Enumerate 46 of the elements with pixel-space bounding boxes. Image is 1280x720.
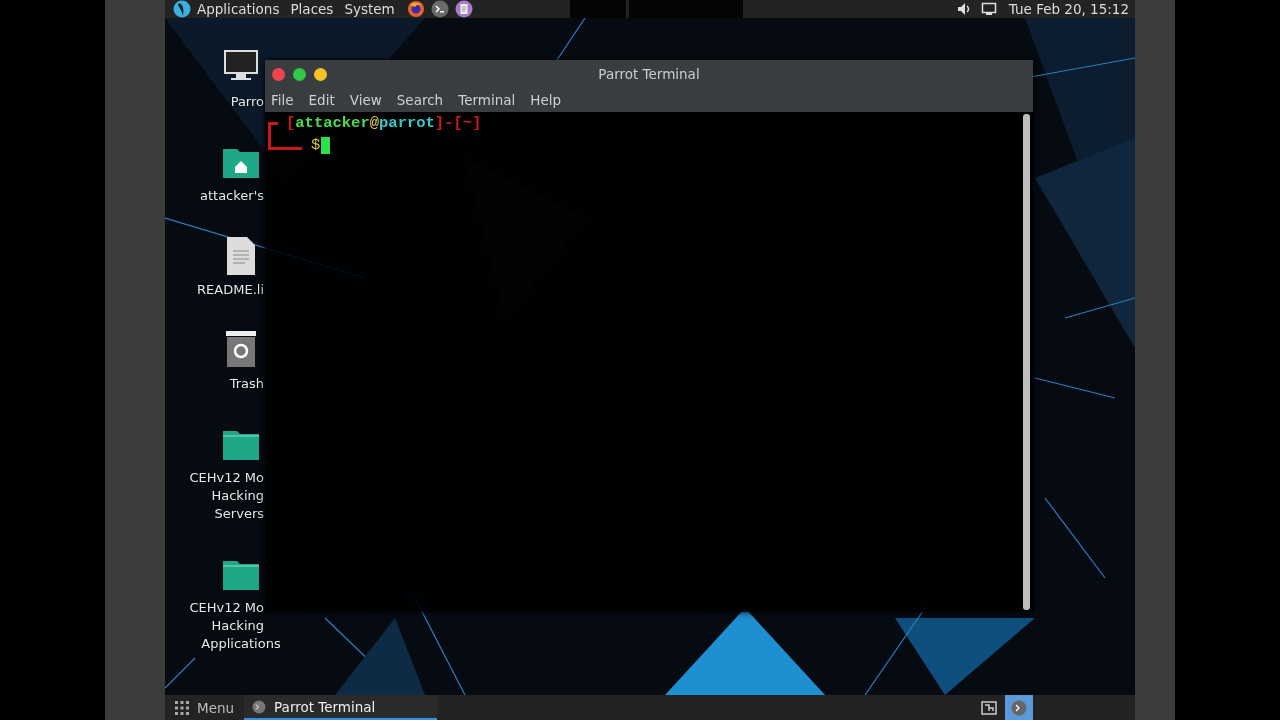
panel-menu[interactable]: System: [344, 1, 395, 17]
menu-item[interactable]: Edit: [308, 92, 335, 108]
window-title: Parrot Terminal: [597, 66, 701, 82]
clock[interactable]: Tue Feb 20, 15:12: [1008, 1, 1129, 17]
prompt-text: @: [369, 114, 380, 132]
prompt-text: ]-[: [434, 114, 463, 132]
panel-menu[interactable]: Places: [290, 1, 334, 17]
text-editor-icon[interactable]: [454, 0, 473, 18]
menu-item[interactable]: View: [349, 92, 382, 108]
menu-item[interactable]: Help: [530, 92, 562, 108]
icon-label: Hacking: [211, 617, 264, 635]
icon-label: attacker's: [199, 187, 264, 205]
prompt-text: ~: [462, 114, 473, 132]
panel-slot: [570, 0, 626, 18]
menu-item[interactable]: Search: [396, 92, 444, 108]
prompt-symbol: $: [311, 136, 321, 154]
browser-icon[interactable]: [406, 0, 425, 18]
prompt-text: parrot: [379, 114, 435, 132]
grid-icon: [175, 700, 189, 715]
close-button[interactable]: [272, 67, 285, 81]
icon-label: Parro: [230, 93, 264, 111]
task-button[interactable]: Parrot Terminal: [244, 695, 438, 720]
prompt-text: attacker: [295, 114, 370, 132]
terminal-icon: [1011, 699, 1027, 716]
icon-label: Hacking: [211, 487, 264, 505]
menu-item[interactable]: File: [271, 92, 294, 108]
display-icon[interactable]: [980, 2, 997, 16]
terminal-icon: [252, 699, 267, 714]
text-cursor: [321, 136, 331, 154]
icon-label: README.li: [197, 281, 264, 299]
scrollbar[interactable]: [1023, 114, 1030, 610]
minimize-button[interactable]: [314, 67, 327, 81]
icon-label: CEHv12 Mo: [189, 469, 264, 487]
icon-label: Trash: [229, 375, 264, 393]
panel-menu[interactable]: Applications: [197, 1, 280, 17]
icon-label: Applications: [201, 635, 281, 653]
menu-item[interactable]: Terminal: [458, 92, 516, 108]
maximize-button[interactable]: [293, 67, 306, 81]
terminal-icon[interactable]: [430, 0, 449, 18]
parrot-logo-icon[interactable]: [172, 0, 192, 18]
menu-button[interactable]: Menu: [165, 695, 245, 720]
prompt-text: ]: [472, 114, 482, 132]
icon-label: CEHv12 Mo: [189, 599, 264, 617]
icon-label: Servers: [214, 505, 264, 523]
prompt-text: [: [286, 114, 296, 132]
workspace-icon: [981, 700, 997, 715]
